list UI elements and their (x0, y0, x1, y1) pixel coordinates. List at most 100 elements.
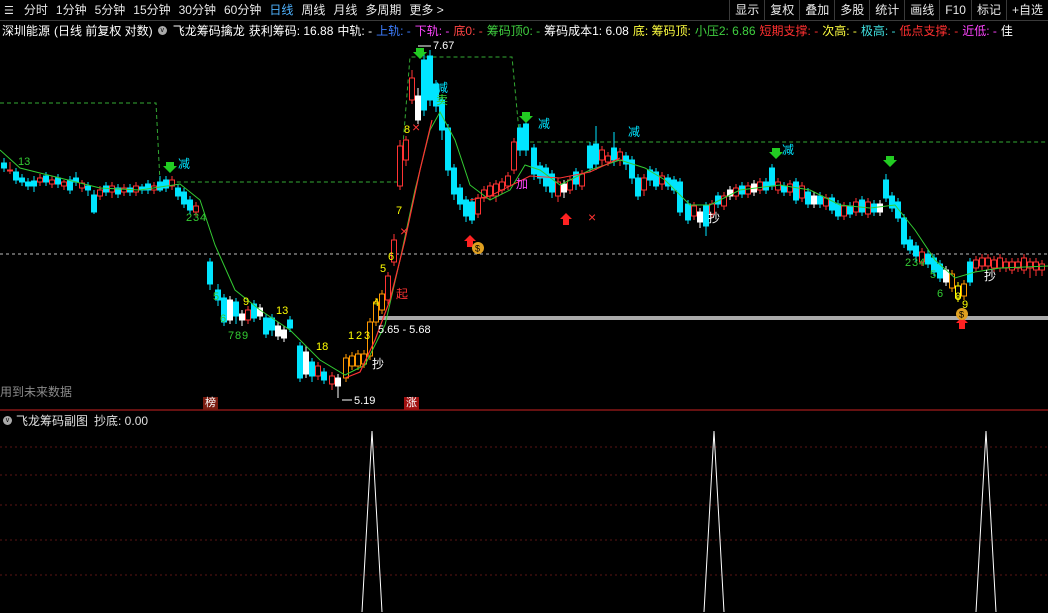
sub-indicator-title[interactable]: 飞龙筹码副图 (16, 412, 88, 429)
candle-body-52 (329, 375, 335, 385)
count-left-7: 8 (235, 330, 241, 342)
candle-body-56 (355, 353, 361, 367)
candle-body-163 (1003, 261, 1009, 269)
candle-body-83 (517, 127, 523, 151)
count-left-2: 3 (193, 212, 199, 224)
candle-body-74 (463, 199, 469, 217)
bang-badge: 榜 (203, 397, 218, 410)
candle-body-82 (511, 141, 517, 171)
candle-body-46 (287, 319, 293, 329)
candle-body-111 (691, 205, 697, 217)
candle-body-124 (769, 167, 775, 187)
count-left-0: 13 (18, 156, 30, 168)
candle-body-43 (269, 317, 275, 331)
candle-body-154 (949, 273, 955, 289)
money-bag-symbol-1: $ (959, 310, 964, 320)
candle-body-75 (469, 201, 475, 221)
x-marker-0: × (412, 119, 420, 135)
count-right-4: 6 (937, 288, 943, 300)
candle-body-76 (475, 197, 481, 215)
candle-body-48 (303, 351, 309, 375)
candle-body-93 (579, 173, 585, 187)
candle-body-94 (587, 145, 593, 169)
jian-marker-0: 减 (178, 157, 190, 171)
count-mid-7: 8 (404, 124, 410, 136)
candle-body-90 (561, 183, 567, 193)
count-right-5: 8 (955, 291, 961, 303)
candle-body-169 (1039, 263, 1045, 271)
down-arrow-0 (163, 162, 177, 173)
support-range-label: 5.65 - 5.68 (378, 324, 431, 336)
mai-marker: 卖 (436, 93, 448, 107)
count-mid-2: 3 (364, 330, 370, 342)
candle-body-130 (805, 191, 811, 205)
sub-chart-header: v 飞龙筹码副图 抄底: 0.00 (0, 412, 148, 428)
candle-body-66 (415, 95, 421, 121)
candle-body-129 (799, 185, 805, 199)
kline-chart[interactable]: 减减减减减卖抄抄抄加起×××$$7.675.195.65 - 5.68132 3 4… (0, 0, 1048, 613)
candle-body-14 (85, 185, 91, 191)
candle-body-31 (187, 199, 193, 211)
candle-body-36 (227, 299, 233, 321)
candle-body-1 (7, 169, 13, 172)
ma-line (0, 110, 1048, 376)
candle-body-150 (925, 253, 931, 265)
count-mid-1: 2 (356, 330, 362, 342)
jian-marker-1: 减 (538, 117, 550, 131)
candle-body-146 (901, 217, 907, 245)
candle-body-39 (245, 309, 251, 321)
candle-body-38 (239, 313, 245, 321)
count-left-8: 9 (242, 330, 248, 342)
candle-body-81 (505, 175, 511, 187)
candle-body-33 (207, 261, 213, 285)
count-left-3: 4 (200, 212, 206, 224)
candle-body-166 (1021, 257, 1027, 271)
sub-indicator-settings-icon[interactable]: v (3, 415, 12, 425)
chao-marker-1: 抄 (708, 211, 720, 225)
candle-body-112 (697, 211, 703, 223)
candle-body-91 (567, 179, 573, 191)
candle-body-164 (1009, 261, 1015, 271)
candle-body-15 (91, 194, 97, 213)
candle-body-37 (233, 301, 239, 317)
x-marker-2: × (588, 209, 596, 225)
candle-body-9 (55, 177, 61, 185)
count-mid-0: 1 (348, 330, 354, 342)
candle-body-159 (979, 257, 985, 267)
candle-body-3 (19, 177, 25, 183)
candle-body-95 (593, 143, 599, 165)
candle-body-137 (847, 205, 853, 215)
future-data-note: 用到未来数据 (0, 385, 73, 399)
candle-body-51 (321, 371, 327, 381)
high-price-label: 7.67 (433, 40, 454, 52)
qi-marker: 起 (396, 287, 408, 301)
candle-body-8 (49, 179, 55, 185)
candle-body-64 (403, 139, 409, 161)
candle-body-158 (973, 259, 979, 269)
candle-body-49 (309, 361, 315, 377)
candle-body-85 (531, 147, 537, 175)
count-left-5: 6 (220, 313, 226, 325)
candle-body-47 (297, 345, 303, 379)
count-right-0: 2 (905, 257, 911, 269)
sub-indicator-value: 抄底: 0.00 (94, 413, 149, 428)
candle-body-145 (895, 201, 901, 219)
candle-body-2 (13, 171, 19, 181)
candle-body-123 (763, 181, 769, 191)
money-bag-symbol-0: $ (475, 244, 480, 254)
candle-body-53 (335, 377, 341, 387)
candle-body-96 (599, 149, 605, 161)
count-left-9: 13 (276, 305, 288, 317)
candle-body-143 (883, 179, 889, 199)
chaodi-spike-2 (975, 430, 997, 613)
candle-body-5 (31, 180, 37, 187)
count-right-6: 9 (962, 299, 968, 311)
candle-body-7 (43, 175, 49, 183)
candle-body-120 (745, 185, 751, 195)
candle-body-142 (877, 203, 883, 213)
candle-body-122 (757, 181, 763, 191)
candle-body-126 (781, 185, 787, 193)
count-left-1: 2 (186, 212, 192, 224)
chaodi-spike-0 (361, 430, 383, 613)
candle-body-102 (635, 177, 641, 197)
